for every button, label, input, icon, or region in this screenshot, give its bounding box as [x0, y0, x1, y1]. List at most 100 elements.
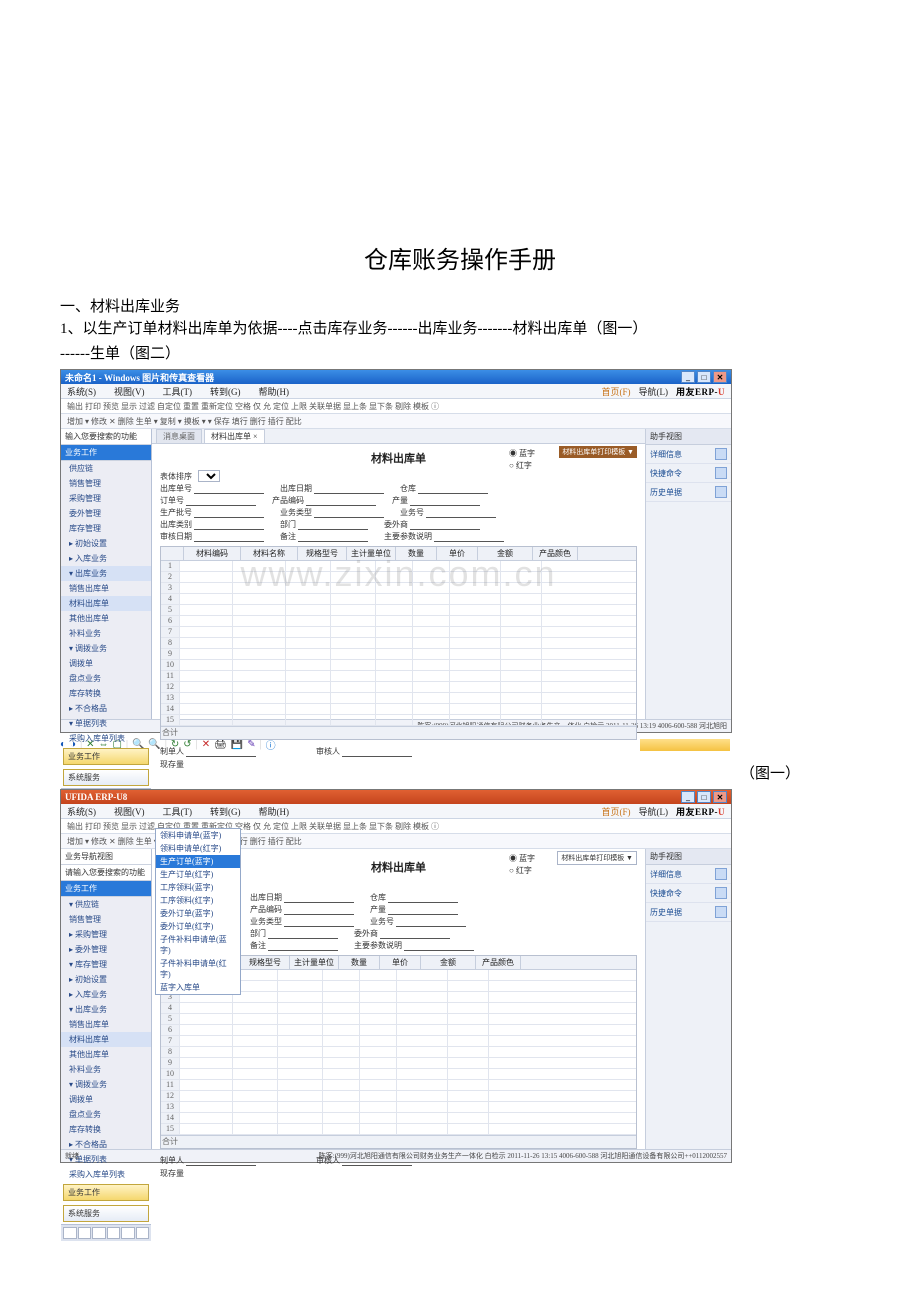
- menu-view[interactable]: 视图(V): [114, 385, 145, 398]
- grid-row[interactable]: 6: [161, 1025, 636, 1036]
- grid-row[interactable]: 15: [161, 1124, 636, 1135]
- fld-input[interactable]: [268, 929, 338, 939]
- fld-input[interactable]: [396, 917, 466, 927]
- maker-input[interactable]: [186, 1156, 256, 1166]
- nav-btn-work[interactable]: 业务工作: [63, 748, 149, 765]
- menu-view[interactable]: 视图(V): [114, 805, 145, 818]
- nav-btn-work[interactable]: 业务工作: [63, 1184, 149, 1201]
- nav-btn-system[interactable]: 系统服务: [63, 769, 149, 786]
- nav-item[interactable]: 库存转换: [61, 686, 151, 701]
- fld-input[interactable]: [194, 532, 264, 542]
- grid-row[interactable]: 9: [161, 649, 636, 660]
- dd-item[interactable]: 领料申请单(红字): [156, 842, 240, 855]
- fld-input[interactable]: [194, 520, 264, 530]
- fld-input[interactable]: [388, 893, 458, 903]
- dd-item[interactable]: 委外订单(红字): [156, 920, 240, 933]
- grid-row[interactable]: 15: [161, 715, 636, 726]
- menu-help[interactable]: 帮助(H): [259, 805, 290, 818]
- fld-input[interactable]: [194, 484, 264, 494]
- dd-item-selected[interactable]: 生产订单(蓝字): [156, 855, 240, 868]
- fld-input[interactable]: [314, 508, 384, 518]
- fld-input[interactable]: [284, 905, 354, 915]
- nav-item[interactable]: 库存管理: [61, 521, 151, 536]
- menu-tools[interactable]: 工具(T): [163, 385, 193, 398]
- nav-item[interactable]: 销售出库单: [61, 581, 151, 596]
- fld-input[interactable]: [410, 520, 480, 530]
- nav-item[interactable]: ▸ 不合格品: [61, 1137, 151, 1152]
- close-icon[interactable]: ✕: [713, 371, 727, 383]
- grid-row[interactable]: 12: [161, 1091, 636, 1102]
- fld-input[interactable]: [410, 496, 480, 506]
- help-history[interactable]: 历史单据: [646, 903, 731, 922]
- dd-item[interactable]: 子件补料申请单(红字): [156, 957, 240, 981]
- grid-row[interactable]: 4: [161, 1003, 636, 1014]
- nav-item[interactable]: ▸ 初始设置: [61, 972, 151, 987]
- fld-input[interactable]: [388, 905, 458, 915]
- dd-item[interactable]: 领料申请单(蓝字): [156, 829, 240, 842]
- nav-item[interactable]: 盘点业务: [61, 1107, 151, 1122]
- grid-row[interactable]: 13: [161, 1102, 636, 1113]
- dd-item[interactable]: 工序领料(蓝字): [156, 881, 240, 894]
- help-detail[interactable]: 详细信息: [646, 445, 731, 464]
- nav-link[interactable]: 导航(L): [639, 805, 669, 818]
- menu-tools[interactable]: 工具(T): [163, 805, 193, 818]
- tab-material-out[interactable]: 材料出库单 ×: [204, 429, 265, 443]
- fld-input[interactable]: [194, 508, 264, 518]
- sort-select[interactable]: [198, 470, 220, 482]
- max-icon[interactable]: □: [697, 791, 711, 803]
- fld-input[interactable]: [284, 893, 354, 903]
- nav-item[interactable]: ▸ 采购管理: [61, 927, 151, 942]
- nav-item[interactable]: ▾ 调拨业务: [61, 641, 151, 656]
- shengdan-dropdown[interactable]: 领料申请单(蓝字) 领料申请单(红字) 生产订单(蓝字) 生产订单(红字) 工序…: [155, 828, 241, 995]
- nav-search[interactable]: 请输入您要搜索的功能: [61, 865, 151, 881]
- nav-item[interactable]: 委外管理: [61, 506, 151, 521]
- nav-item[interactable]: ▾ 供应链: [61, 897, 151, 912]
- nav-item[interactable]: ▾ 调拨业务: [61, 1077, 151, 1092]
- fld-input[interactable]: [314, 484, 384, 494]
- grid-row[interactable]: 11: [161, 1080, 636, 1091]
- grid-row[interactable]: 3: [161, 583, 636, 594]
- fld-input[interactable]: [306, 496, 376, 506]
- grid-row[interactable]: 13: [161, 693, 636, 704]
- fld-input[interactable]: [426, 508, 496, 518]
- nav-item[interactable]: 供应链: [61, 461, 151, 476]
- menu-system[interactable]: 系统(S): [67, 385, 96, 398]
- grid-row[interactable]: 7: [161, 1036, 636, 1047]
- nav-item[interactable]: 库存转换: [61, 1122, 151, 1137]
- grid-row[interactable]: 10: [161, 1069, 636, 1080]
- menu-help[interactable]: 帮助(H): [259, 385, 290, 398]
- nav-item[interactable]: 采购管理: [61, 491, 151, 506]
- nav-item[interactable]: ▸ 委外管理: [61, 942, 151, 957]
- color-radios[interactable]: ◉ 蓝字○ 红字: [509, 853, 535, 877]
- nav-item[interactable]: ▸ 不合格品: [61, 701, 151, 716]
- dd-item[interactable]: 子件补料申请单(蓝字): [156, 933, 240, 957]
- fld-input[interactable]: [404, 941, 474, 951]
- nav-item[interactable]: ▾ 出库业务: [61, 1002, 151, 1017]
- grid-row[interactable]: 10: [161, 660, 636, 671]
- dd-item[interactable]: 生产订单(红字): [156, 868, 240, 881]
- nav-item[interactable]: ▸ 入库业务: [61, 551, 151, 566]
- fld-input[interactable]: [434, 532, 504, 542]
- maker-input[interactable]: [186, 747, 256, 757]
- help-history[interactable]: 历史单据: [646, 483, 731, 502]
- nav-item[interactable]: ▸ 初始设置: [61, 536, 151, 551]
- nav-item[interactable]: 其他出库单: [61, 611, 151, 626]
- menu-system[interactable]: 系统(S): [67, 805, 96, 818]
- fld-input[interactable]: [298, 532, 368, 542]
- nav-item[interactable]: 销售管理: [61, 912, 151, 927]
- nav-item[interactable]: 采购入库单列表: [61, 1167, 151, 1182]
- close-icon[interactable]: ✕: [713, 791, 727, 803]
- tab-desktop[interactable]: 消息桌面: [156, 429, 202, 443]
- help-detail[interactable]: 详细信息: [646, 865, 731, 884]
- min-icon[interactable]: _: [681, 791, 695, 803]
- home-link[interactable]: 首页(F): [602, 805, 631, 818]
- nav-item[interactable]: ▸ 入库业务: [61, 987, 151, 1002]
- nav-item[interactable]: ▾ 单据列表: [61, 716, 151, 731]
- grid-row[interactable]: 8: [161, 638, 636, 649]
- nav-work-header[interactable]: 业务工作: [61, 881, 151, 897]
- dd-item[interactable]: 委外订单(蓝字): [156, 907, 240, 920]
- nav-link[interactable]: 导航(L): [639, 385, 669, 398]
- grid-row[interactable]: 6: [161, 616, 636, 627]
- fld-input[interactable]: [298, 520, 368, 530]
- help-quick[interactable]: 快捷命令: [646, 464, 731, 483]
